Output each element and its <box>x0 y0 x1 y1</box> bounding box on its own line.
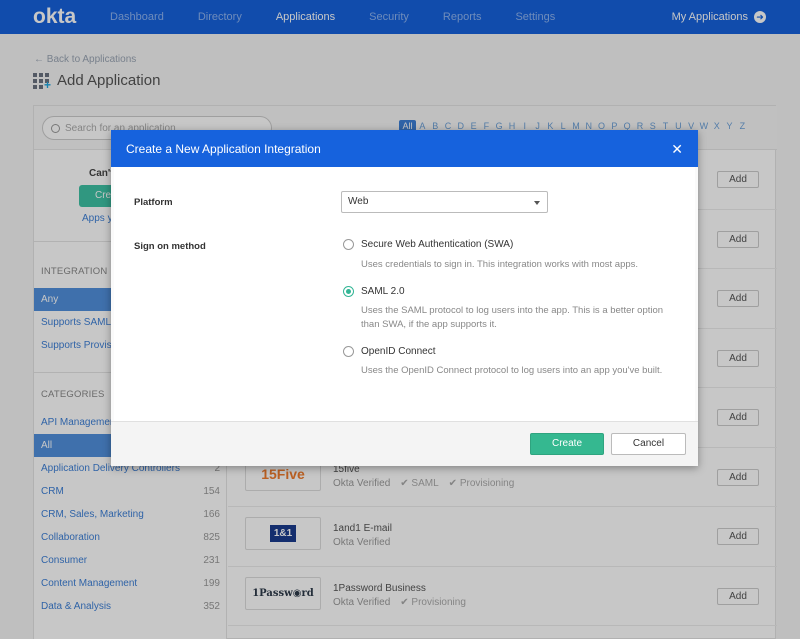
dialog-header: Create a New Application Integration ✕ <box>111 130 698 167</box>
option-oidc[interactable]: OpenID Connect <box>343 346 436 357</box>
dialog-title: Create a New Application Integration <box>126 141 321 156</box>
radio-saml[interactable] <box>343 286 354 297</box>
option-swa-label: Secure Web Authentication (SWA) <box>361 239 514 250</box>
platform-label: Platform <box>134 197 173 208</box>
close-icon[interactable]: ✕ <box>671 141 683 158</box>
option-saml-desc: Uses the SAML protocol to log users into… <box>361 305 664 330</box>
option-oidc-desc: Uses the OpenID Connect protocol to log … <box>361 365 663 376</box>
create-button[interactable]: Create <box>530 433 604 455</box>
dialog-footer: Create Cancel <box>111 421 698 466</box>
platform-value: Web <box>348 196 369 207</box>
chevron-down-icon <box>534 201 540 205</box>
option-saml[interactable]: SAML 2.0 <box>343 286 405 297</box>
radio-oidc[interactable] <box>343 346 354 357</box>
dialog-body: Platform Web Sign on method Secure Web A… <box>111 167 698 421</box>
option-swa-desc: Uses credentials to sign in. This integr… <box>361 259 639 270</box>
option-saml-label: SAML 2.0 <box>361 286 405 297</box>
signon-label: Sign on method <box>134 241 206 252</box>
platform-select[interactable]: Web <box>341 191 548 213</box>
dialog-form: Platform Web Sign on method Secure Web A… <box>114 167 695 421</box>
cancel-button[interactable]: Cancel <box>611 433 686 455</box>
option-swa[interactable]: Secure Web Authentication (SWA) <box>343 239 513 250</box>
radio-swa[interactable] <box>343 239 354 250</box>
option-oidc-label: OpenID Connect <box>361 346 436 357</box>
create-integration-dialog: Create a New Application Integration ✕ P… <box>111 130 698 466</box>
